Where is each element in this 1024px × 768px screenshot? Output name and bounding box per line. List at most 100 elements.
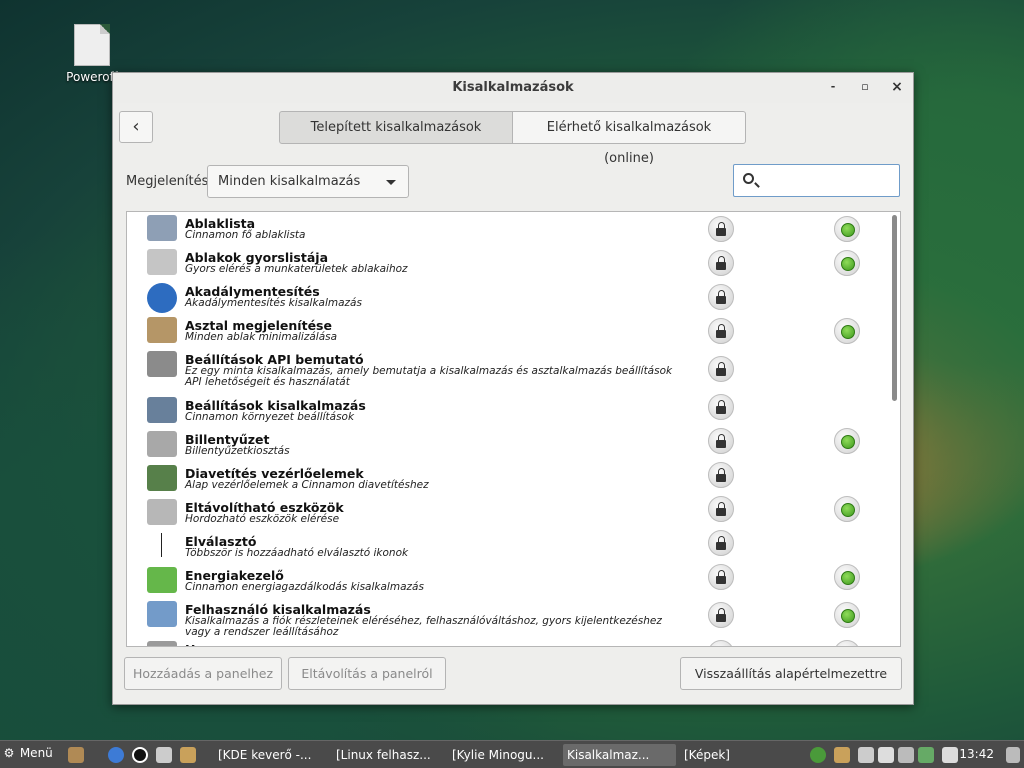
task-label: [KDE keverő -... xyxy=(218,748,312,762)
filter-dropdown[interactable]: Minden kisalkalmazás xyxy=(207,165,409,198)
search-input[interactable] xyxy=(762,169,892,193)
menu-label: Menü xyxy=(19,746,53,760)
applet-description: Minden ablak minimalizálása xyxy=(185,331,338,343)
applet-row[interactable]: Ablakok gyorslistája Gyors elérés a munka… xyxy=(127,246,887,280)
applet-row[interactable]: Felhasználó kisalkalmazás Kisalkalmazás a… xyxy=(127,598,887,638)
audio-player-launcher-icon[interactable] xyxy=(132,747,148,763)
desktop-icon-label: Poweroff xyxy=(66,70,118,84)
lock-icon xyxy=(708,640,734,646)
clock[interactable]: 13:42 xyxy=(959,747,994,761)
task-kylie-minogue[interactable]: [Kylie Minogu... xyxy=(448,744,560,766)
filter-dropdown-value: Minden kisalkalmazás xyxy=(218,174,361,189)
add-to-panel-button[interactable]: Hozzáadás a panelhez xyxy=(124,657,282,690)
battery-icon xyxy=(147,567,177,593)
task-label: [Képek] xyxy=(684,748,730,762)
tab-installed[interactable]: Telepített kisalkalmazások xyxy=(279,111,513,144)
chevron-down-icon xyxy=(386,180,396,185)
applet-description: Akadálymentesítés kisalkalmazás xyxy=(185,297,362,309)
video-launcher-icon[interactable] xyxy=(156,747,172,763)
battery-icon[interactable] xyxy=(918,747,934,763)
tab-available-online[interactable]: Elérhető kisalkalmazások (online) xyxy=(513,111,746,166)
applet-description: Kisalkalmazás a fiók részleteinek elérés… xyxy=(185,615,662,638)
enabled-indicator-icon xyxy=(834,564,860,590)
applet-row[interactable]: Energiakezelő Cinnamon energiagazdálkodás… xyxy=(127,564,887,598)
task-label: [Kylie Minogu... xyxy=(452,748,544,762)
remove-from-panel-button[interactable]: Eltávolítás a panelról xyxy=(288,657,446,690)
folder-launcher-icon[interactable] xyxy=(180,747,196,763)
applet-row[interactable]: Elválasztó Többször is hozzáadható elvála… xyxy=(127,530,887,564)
applet-description: Cinnamon környezet beállítások xyxy=(185,411,355,423)
enabled-indicator-icon xyxy=(834,250,860,276)
task-label: [Linux felhasz... xyxy=(336,748,431,762)
show-desktop-icon xyxy=(147,317,177,343)
sound-icon xyxy=(147,641,177,646)
applet-row[interactable]: Billentyűzet Billentyűzetkiosztás xyxy=(127,428,887,462)
browser-launcher-icon[interactable] xyxy=(108,747,124,763)
window-quicklist-icon xyxy=(147,249,177,275)
applet-row[interactable]: Asztal megjelenítése Minden ablak minimal… xyxy=(127,314,887,348)
network-icon[interactable] xyxy=(810,747,826,763)
maximize-button[interactable]: ▫ xyxy=(857,79,873,95)
lock-icon xyxy=(708,216,734,242)
minimize-button[interactable]: - xyxy=(825,79,841,95)
search-box[interactable] xyxy=(733,164,900,197)
lock-icon xyxy=(708,564,734,590)
lock-icon xyxy=(708,428,734,454)
accessibility-icon xyxy=(147,283,177,313)
user-avatar-icon xyxy=(147,601,177,627)
applet-row[interactable]: Hang xyxy=(127,638,887,646)
chevron-left-icon: ‹ xyxy=(132,116,140,137)
back-button[interactable]: ‹ xyxy=(119,111,153,143)
lock-icon xyxy=(708,530,734,556)
lock-icon xyxy=(708,602,734,628)
applet-description: Billentyűzetkiosztás xyxy=(185,445,290,457)
enabled-indicator-icon xyxy=(834,216,860,242)
task-applets[interactable]: Kisalkalmaz... xyxy=(563,744,676,766)
lock-icon xyxy=(708,318,734,344)
applet-description: Ez egy minta kisalkalmazás, amely bemuta… xyxy=(185,365,673,388)
applet-row[interactable]: Akadálymentesítés Akadálymentesítés kisal… xyxy=(127,280,887,314)
applet-name: Hang xyxy=(185,642,222,646)
applet-description: Cinnamon fő ablaklista xyxy=(185,229,306,241)
scrollbar[interactable] xyxy=(892,215,897,401)
settings-tools-icon xyxy=(147,397,177,423)
filter-label: Megjelenítés xyxy=(126,174,209,189)
menu-button[interactable]: ⚙ Menü xyxy=(2,746,53,760)
reset-defaults-button[interactable]: Visszaállítás alapértelmezettre xyxy=(680,657,902,690)
applet-description: Gyors elérés a munkaterületek ablakaihoz xyxy=(185,263,408,275)
close-button[interactable]: × xyxy=(889,79,905,95)
taskbar: ⚙ Menü [KDE keverő -... [Linux felhasz..… xyxy=(0,740,1024,768)
applet-row[interactable]: Beállítások kisalkalmazás Cinnamon környe… xyxy=(127,394,887,428)
applet-row[interactable]: Ablaklista Cinnamon fő ablaklista xyxy=(127,212,887,246)
window-list-icon xyxy=(147,215,177,241)
lock-icon xyxy=(708,462,734,488)
search-icon xyxy=(743,173,754,184)
applet-list[interactable]: Ablaklista Cinnamon fő ablaklista Ablakok … xyxy=(126,211,901,647)
separator-icon xyxy=(161,533,162,557)
show-desktop-icon[interactable] xyxy=(1006,747,1020,763)
files-tray-icon[interactable] xyxy=(834,747,850,763)
screenshot-launcher-icon[interactable] xyxy=(68,747,84,763)
applet-row[interactable]: Eltávolítható eszközök Hordozható eszközö… xyxy=(127,496,887,530)
titlebar[interactable]: Kisalkalmazások - ▫ × xyxy=(113,73,913,103)
applet-row[interactable]: Diavetítés vezérlőelemek Alap vezérlőelem… xyxy=(127,462,887,496)
lock-icon xyxy=(708,394,734,420)
lock-icon xyxy=(708,356,734,382)
task-linux-user[interactable]: [Linux felhasz... xyxy=(332,744,444,766)
gear-icon: ⚙ xyxy=(3,746,15,760)
clipboard-icon[interactable] xyxy=(942,747,958,763)
keyboard-icon xyxy=(147,431,177,457)
applet-description: Cinnamon energiagazdálkodás kisalkalmazá… xyxy=(185,581,424,593)
lock-icon xyxy=(708,250,734,276)
task-kde-mixer[interactable]: [KDE keverő -... xyxy=(214,744,328,766)
applet-row[interactable]: Beállítások API bemutató Ez egy minta kis… xyxy=(127,348,887,388)
settings-api-icon xyxy=(147,351,177,377)
removable-drives-icon[interactable] xyxy=(878,747,894,763)
lock-icon xyxy=(708,496,734,522)
user-icon[interactable] xyxy=(858,747,874,763)
applet-description: Hordozható eszközök elérése xyxy=(185,513,340,525)
power-icon[interactable] xyxy=(898,747,914,763)
enabled-indicator-icon xyxy=(834,496,860,522)
lock-icon xyxy=(708,284,734,310)
task-pictures[interactable]: [Képek] xyxy=(680,744,792,766)
